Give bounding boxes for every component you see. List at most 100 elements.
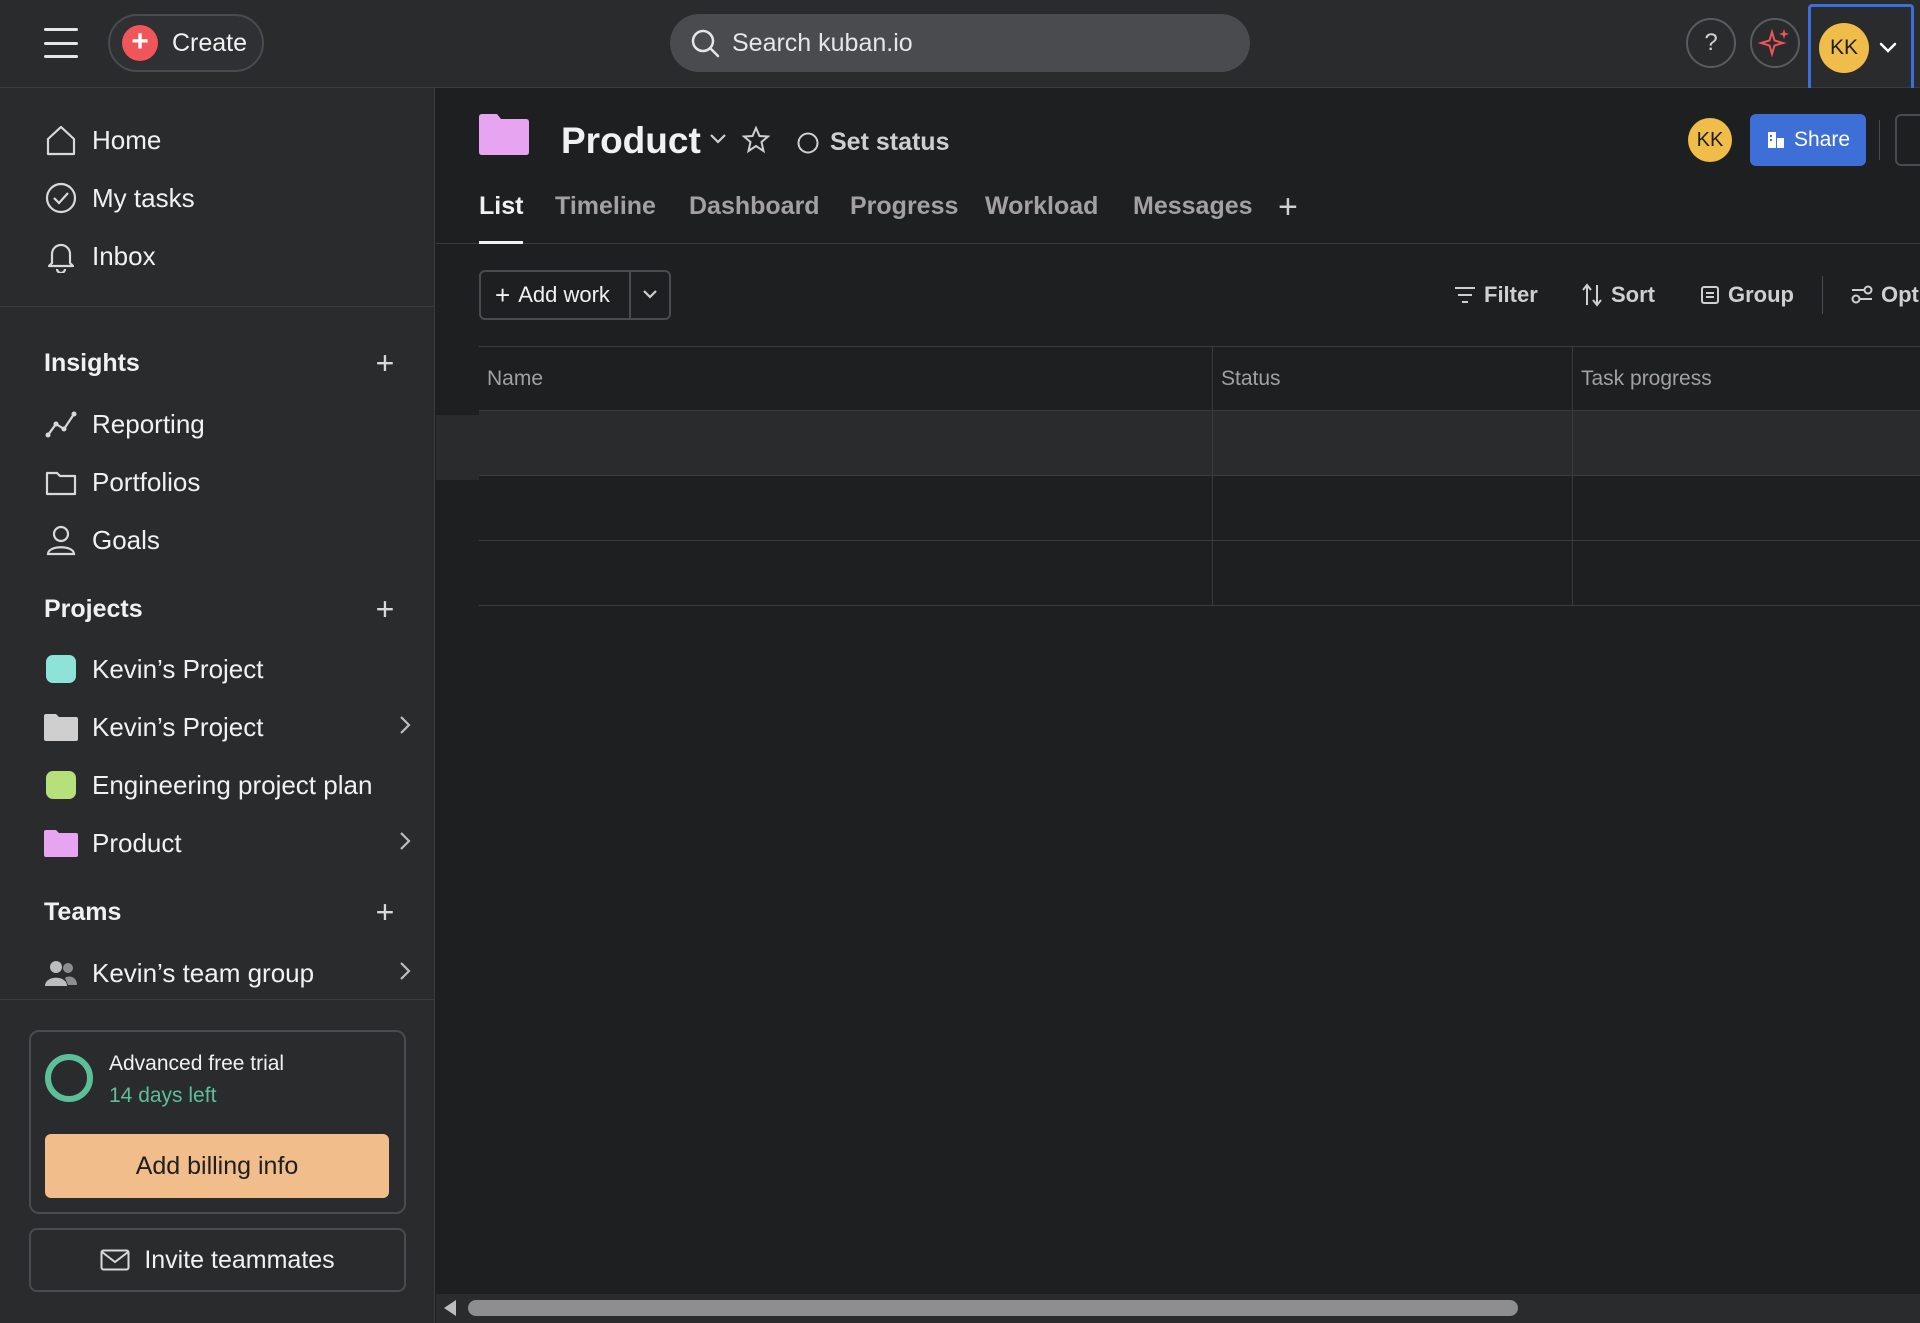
filter-button[interactable]: Filter [1454,282,1538,308]
options-icon [1851,285,1873,304]
sort-button[interactable]: Sort [1581,282,1655,308]
chevron-down-icon[interactable] [708,132,728,146]
column-header-name[interactable]: Name [479,347,1213,410]
chevron-right-icon[interactable] [398,714,412,736]
add-insight-plus-icon[interactable]: + [370,347,400,379]
sidebar-item-kevins-project-1[interactable]: Kevin’s Project [42,644,412,694]
tab-timeline[interactable]: Timeline [555,192,656,244]
trial-days-left: 14 days left [109,1084,217,1107]
share-building-icon [1767,132,1784,148]
sidebar-item-goals[interactable]: Goals [42,515,412,565]
folder-icon [42,708,80,746]
ai-assistant-button[interactable] [1750,18,1800,68]
project-color-swatch [46,655,76,683]
add-tab-plus-icon[interactable]: + [1278,188,1298,227]
table-cell-name[interactable] [479,541,1213,605]
table-row[interactable] [479,476,1920,541]
top-bar: + Create ? KK [0,0,1920,92]
sidebar-item-label: Product [92,827,182,858]
table-header-row: Name Status Task progress [479,346,1920,411]
trial-card: Advanced free trial 14 days left Add bil… [29,1030,406,1214]
task-table: Name Status Task progress [479,346,1920,606]
tab-dashboard[interactable]: Dashboard [689,192,820,244]
group-button[interactable]: Group [1700,282,1794,308]
share-label: Share [1793,128,1851,151]
add-work-dropdown[interactable] [631,289,669,301]
chevron-right-icon[interactable] [398,830,412,852]
horizontal-scrollbar[interactable] [436,1294,1920,1323]
account-menu-button[interactable]: KK [1808,4,1914,92]
table-cell-task-progress[interactable] [1573,476,1920,540]
reporting-icon [42,405,80,443]
sidebar-item-portfolios[interactable]: Portfolios [42,457,412,507]
tab-workload[interactable]: Workload [985,192,1098,244]
table-cell-status[interactable] [1213,541,1573,605]
add-work-split-button: + Add work [479,270,671,320]
chevron-right-icon[interactable] [398,960,412,982]
share-button[interactable]: Share [1750,114,1866,166]
sidebar-item-my-tasks[interactable]: My tasks [42,173,412,223]
group-icon [1701,286,1719,304]
search-bar[interactable] [670,14,1250,72]
project-folder-icon [478,112,530,161]
tab-list[interactable]: List [479,192,524,244]
bell-icon [42,237,80,275]
sidebar-item-engineering-project-plan[interactable]: Engineering project plan [42,760,412,810]
scrollbar-thumb[interactable] [468,1300,1518,1316]
search-input[interactable] [732,28,1212,58]
column-header-task-progress[interactable]: Task progress [1573,347,1920,410]
user-avatar: KK [1819,23,1869,73]
trial-title: Advanced free trial [109,1052,285,1075]
table-row[interactable] [479,541,1920,606]
set-status-label: Set status [830,128,950,156]
toolbar-separator [1822,276,1823,314]
set-status-button[interactable]: Set status [796,128,949,157]
star-icon[interactable] [742,126,770,154]
scroll-left-arrow-icon[interactable] [444,1300,456,1316]
sidebar-item-kevins-team-group[interactable]: Kevin’s team group [42,948,412,998]
tab-messages[interactable]: Messages [1133,192,1253,244]
table-cell-status[interactable] [1213,411,1573,475]
plus-icon: + [122,25,158,61]
invite-teammates-button[interactable]: Invite teammates [29,1228,406,1292]
hamburger-menu-icon[interactable] [44,28,78,58]
column-header-status[interactable]: Status [1213,347,1573,410]
sidebar-item-home[interactable]: Home [42,115,412,165]
table-cell-task-progress[interactable] [1573,411,1920,475]
mail-icon [100,1249,130,1271]
table-cell-name[interactable] [479,411,1213,475]
table-cell-task-progress[interactable] [1573,541,1920,605]
sidebar-item-kevins-project-2[interactable]: Kevin’s Project [42,702,412,752]
tab-progress[interactable]: Progress [850,192,958,244]
table-cell-name[interactable] [479,476,1213,540]
chevron-down-icon [643,290,657,299]
sidebar-item-label: Home [92,124,162,155]
options-button[interactable]: Opt [1851,282,1919,308]
add-project-plus-icon[interactable]: + [370,593,400,625]
sidebar-item-product[interactable]: Product [42,818,412,868]
add-billing-info-button[interactable]: Add billing info [45,1134,389,1198]
sort-label: Sort [1611,282,1655,307]
sidebar-item-inbox[interactable]: Inbox [42,231,412,281]
home-icon [42,121,80,159]
add-work-button[interactable]: + Add work [481,272,631,318]
create-button[interactable]: + Create [108,14,264,72]
add-team-plus-icon[interactable]: + [370,896,400,928]
sidebar-item-reporting[interactable]: Reporting [42,399,412,449]
project-member-avatar[interactable]: KK [1688,118,1732,162]
sidebar-divider [0,306,435,307]
sidebar-item-label: Kevin’s Project [92,711,264,742]
table-cell-status[interactable] [1213,476,1573,540]
customize-button[interactable] [1895,114,1920,166]
chevron-down-icon [1879,42,1897,53]
table-row[interactable] [479,411,1920,476]
help-icon: ? [1704,29,1718,56]
search-icon [691,29,720,58]
teams-section-header: Teams + [44,892,400,932]
sidebar-item-label: Goals [92,524,160,555]
invite-teammates-label: Invite teammates [144,1245,335,1274]
project-color-swatch [46,771,76,799]
help-button[interactable]: ? [1686,18,1736,68]
teams-title: Teams [44,897,122,926]
filter-icon [1455,287,1475,303]
